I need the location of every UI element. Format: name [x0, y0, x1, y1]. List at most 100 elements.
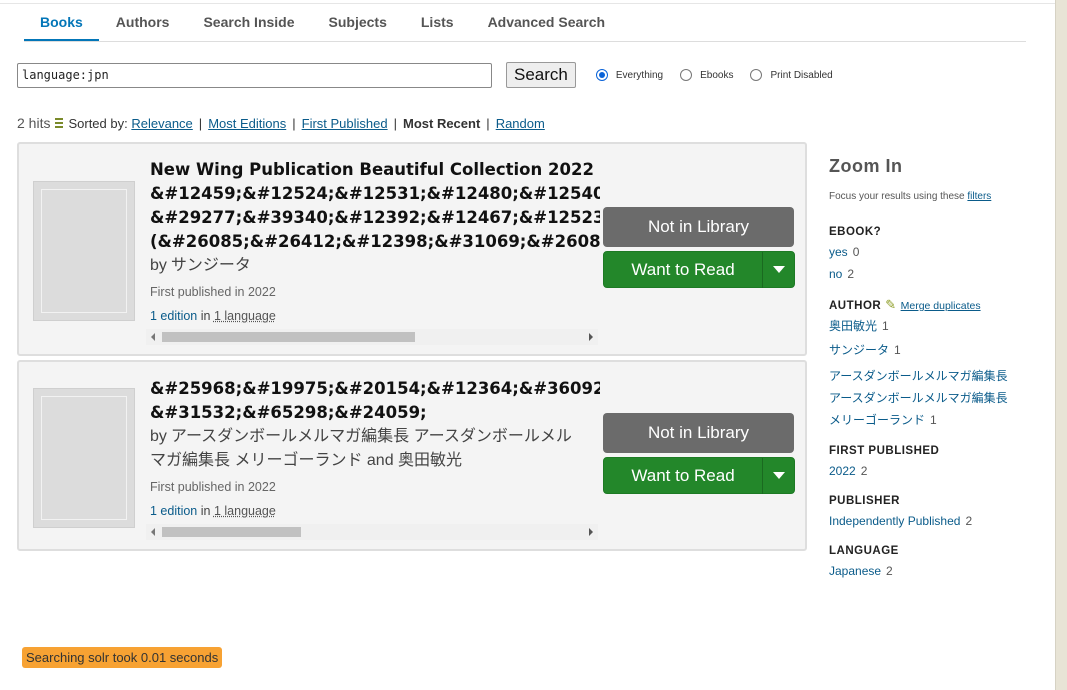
- book-title-continued[interactable]: &#29277;&#39340;&#12392;&#12467;&#12523;: [150, 206, 600, 230]
- radio-print-disabled[interactable]: [750, 69, 763, 81]
- tab-advanced-search[interactable]: Advanced Search: [471, 10, 623, 41]
- book-title-continued[interactable]: &#12459;&#12524;&#12531;&#12480;&#12540;: [150, 182, 600, 206]
- facet-label[interactable]: アースダンボールメルマガ編集長: [829, 369, 1008, 383]
- facet-item-year[interactable]: 2022 2: [829, 460, 1039, 482]
- facet-item-no[interactable]: no 2: [829, 263, 1039, 285]
- book-title[interactable]: New Wing Publication Beautiful Collectio…: [150, 158, 600, 182]
- merge-duplicates-link[interactable]: Merge duplicates: [901, 300, 981, 312]
- mode-ebooks[interactable]: Ebooks: [680, 69, 733, 81]
- search-input[interactable]: [17, 62, 492, 88]
- sort-separator: |: [393, 115, 397, 131]
- search-result: &#25968;&#19975;&#20154;&#12364;&#36092 …: [17, 360, 807, 551]
- scroll-right-arrow-icon[interactable]: [589, 528, 593, 536]
- facet-item-author[interactable]: サンジータ 1: [829, 339, 1039, 361]
- search-tabs: Books Authors Search Inside Subjects Lis…: [24, 10, 1026, 42]
- facet-label[interactable]: Independently Published: [829, 514, 960, 528]
- sort-most-editions[interactable]: Most Editions: [208, 116, 286, 131]
- facet-label[interactable]: Japanese: [829, 564, 881, 578]
- scroll-right-arrow-icon[interactable]: [589, 333, 593, 341]
- book-title-continued[interactable]: &#31532;&#65298;&#24059;: [150, 401, 600, 425]
- tab-authors[interactable]: Authors: [99, 10, 187, 41]
- mode-everything[interactable]: Everything: [595, 69, 664, 81]
- facet-item-publisher[interactable]: Independently Published 2: [829, 510, 1039, 532]
- want-to-read-label[interactable]: Want to Read: [604, 466, 762, 486]
- mode-print-disabled[interactable]: Print Disabled: [750, 69, 833, 81]
- sidebar-title: Zoom In: [829, 156, 903, 176]
- focus-label: Focus your results using these: [829, 191, 965, 202]
- facet-heading-author: AUTHOR ✎ Merge duplicates: [829, 297, 1039, 313]
- filters-link[interactable]: filters: [967, 191, 991, 202]
- facet-item-author[interactable]: アースダンボールメルマガ編集長: [829, 387, 1039, 409]
- editions-in: in: [200, 504, 211, 518]
- facet-item-author[interactable]: アースダンボールメルマガ編集長: [829, 365, 1039, 387]
- sort-separator: |: [198, 115, 203, 131]
- tab-lists[interactable]: Lists: [404, 10, 471, 41]
- facet-count: 2: [965, 514, 973, 528]
- sort-separator: |: [292, 115, 296, 131]
- facet-label[interactable]: no: [829, 267, 842, 281]
- want-to-read-button[interactable]: Want to Read: [603, 457, 795, 494]
- facet-count: 1: [894, 343, 901, 357]
- facet-item-author[interactable]: 奥田敏光 1: [829, 315, 1039, 337]
- facet-label[interactable]: 奥田敏光: [829, 319, 877, 333]
- editions-line: 1 edition in 1 language: [150, 306, 600, 326]
- facet-label[interactable]: 2022: [829, 464, 856, 478]
- not-in-library-button[interactable]: Not in Library: [603, 413, 794, 453]
- editions-link[interactable]: 1 edition: [150, 309, 197, 323]
- tab-books[interactable]: Books: [24, 10, 99, 41]
- want-to-read-button[interactable]: Want to Read: [603, 251, 795, 288]
- horizontal-scrollbar[interactable]: [146, 329, 598, 345]
- scrollbar-thumb[interactable]: [162, 332, 415, 342]
- facet-list-first-published: 2022 2: [829, 460, 1039, 482]
- radio-everything[interactable]: [595, 69, 608, 81]
- facet-list-publisher: Independently Published 2: [829, 510, 1039, 532]
- tab-subjects[interactable]: Subjects: [312, 10, 404, 41]
- chevron-down-icon[interactable]: [763, 266, 794, 273]
- editions-link[interactable]: 1 edition: [150, 504, 197, 518]
- facet-count: 2: [847, 267, 855, 281]
- author-link[interactable]: サンジータ: [171, 257, 251, 274]
- chevron-down-icon[interactable]: [763, 472, 794, 479]
- top-divider: [0, 0, 1055, 4]
- facet-label[interactable]: メリーゴーランド: [829, 413, 925, 427]
- sort-most-recent: Most Recent: [403, 115, 481, 131]
- facet-label[interactable]: アースダンボールメルマガ編集長: [829, 391, 1008, 405]
- magic-wand-icon: ✎: [885, 297, 897, 312]
- search-button[interactable]: Search: [506, 62, 576, 88]
- facet-count: 1: [930, 413, 937, 427]
- facet-heading-publisher: PUBLISHER: [829, 495, 900, 507]
- facet-heading-language: LANGUAGE: [829, 545, 899, 557]
- book-byline-continued[interactable]: マガ編集長 メリーゴーランド and 奥田敏光: [150, 449, 600, 473]
- first-published: First published in 2022: [150, 285, 276, 299]
- facet-label[interactable]: yes: [829, 245, 848, 259]
- facet-item-author[interactable]: メリーゴーランド 1: [829, 409, 1039, 431]
- author-links[interactable]: アースダンボールメルマガ編集長 アースダンボールメル: [171, 428, 572, 445]
- sort-first-published[interactable]: First Published: [302, 116, 388, 131]
- first-published: First published in 2022: [150, 480, 276, 494]
- radio-ebooks[interactable]: [680, 69, 693, 81]
- tab-search-inside[interactable]: Search Inside: [186, 10, 311, 41]
- solr-timing-badge: Searching solr took 0.01 seconds: [22, 647, 223, 668]
- sort-random[interactable]: Random: [496, 116, 545, 131]
- facet-heading-first-published: FIRST PUBLISHED: [829, 445, 940, 457]
- horizontal-scrollbar[interactable]: [146, 524, 598, 540]
- book-title-continued[interactable]: (&#26085;&#26412;&#12398;&#31069;&#26085…: [150, 230, 600, 254]
- scroll-left-arrow-icon[interactable]: [151, 528, 155, 536]
- scrollbar-thumb[interactable]: [162, 527, 301, 537]
- language-link[interactable]: 1 language: [214, 309, 276, 323]
- facet-label[interactable]: サンジータ: [829, 343, 889, 357]
- mode-everything-label: Everything: [615, 69, 664, 81]
- facet-item-language[interactable]: Japanese 2: [829, 560, 1039, 582]
- book-cover-placeholder[interactable]: [33, 181, 135, 321]
- facet-item-yes[interactable]: yes 0: [829, 241, 1039, 263]
- facet-list-ebook: yes 0 no 2: [829, 241, 1039, 285]
- sort-relevance[interactable]: Relevance: [131, 116, 192, 131]
- scroll-left-arrow-icon[interactable]: [151, 333, 155, 341]
- mode-ebooks-label: Ebooks: [700, 69, 734, 81]
- not-in-library-button[interactable]: Not in Library: [603, 207, 794, 247]
- want-to-read-label[interactable]: Want to Read: [604, 260, 762, 280]
- book-cover-placeholder[interactable]: [33, 388, 135, 528]
- book-title[interactable]: &#25968;&#19975;&#20154;&#12364;&#36092: [150, 377, 600, 401]
- language-link[interactable]: 1 language: [214, 504, 276, 518]
- facet-author-title: AUTHOR: [829, 300, 882, 312]
